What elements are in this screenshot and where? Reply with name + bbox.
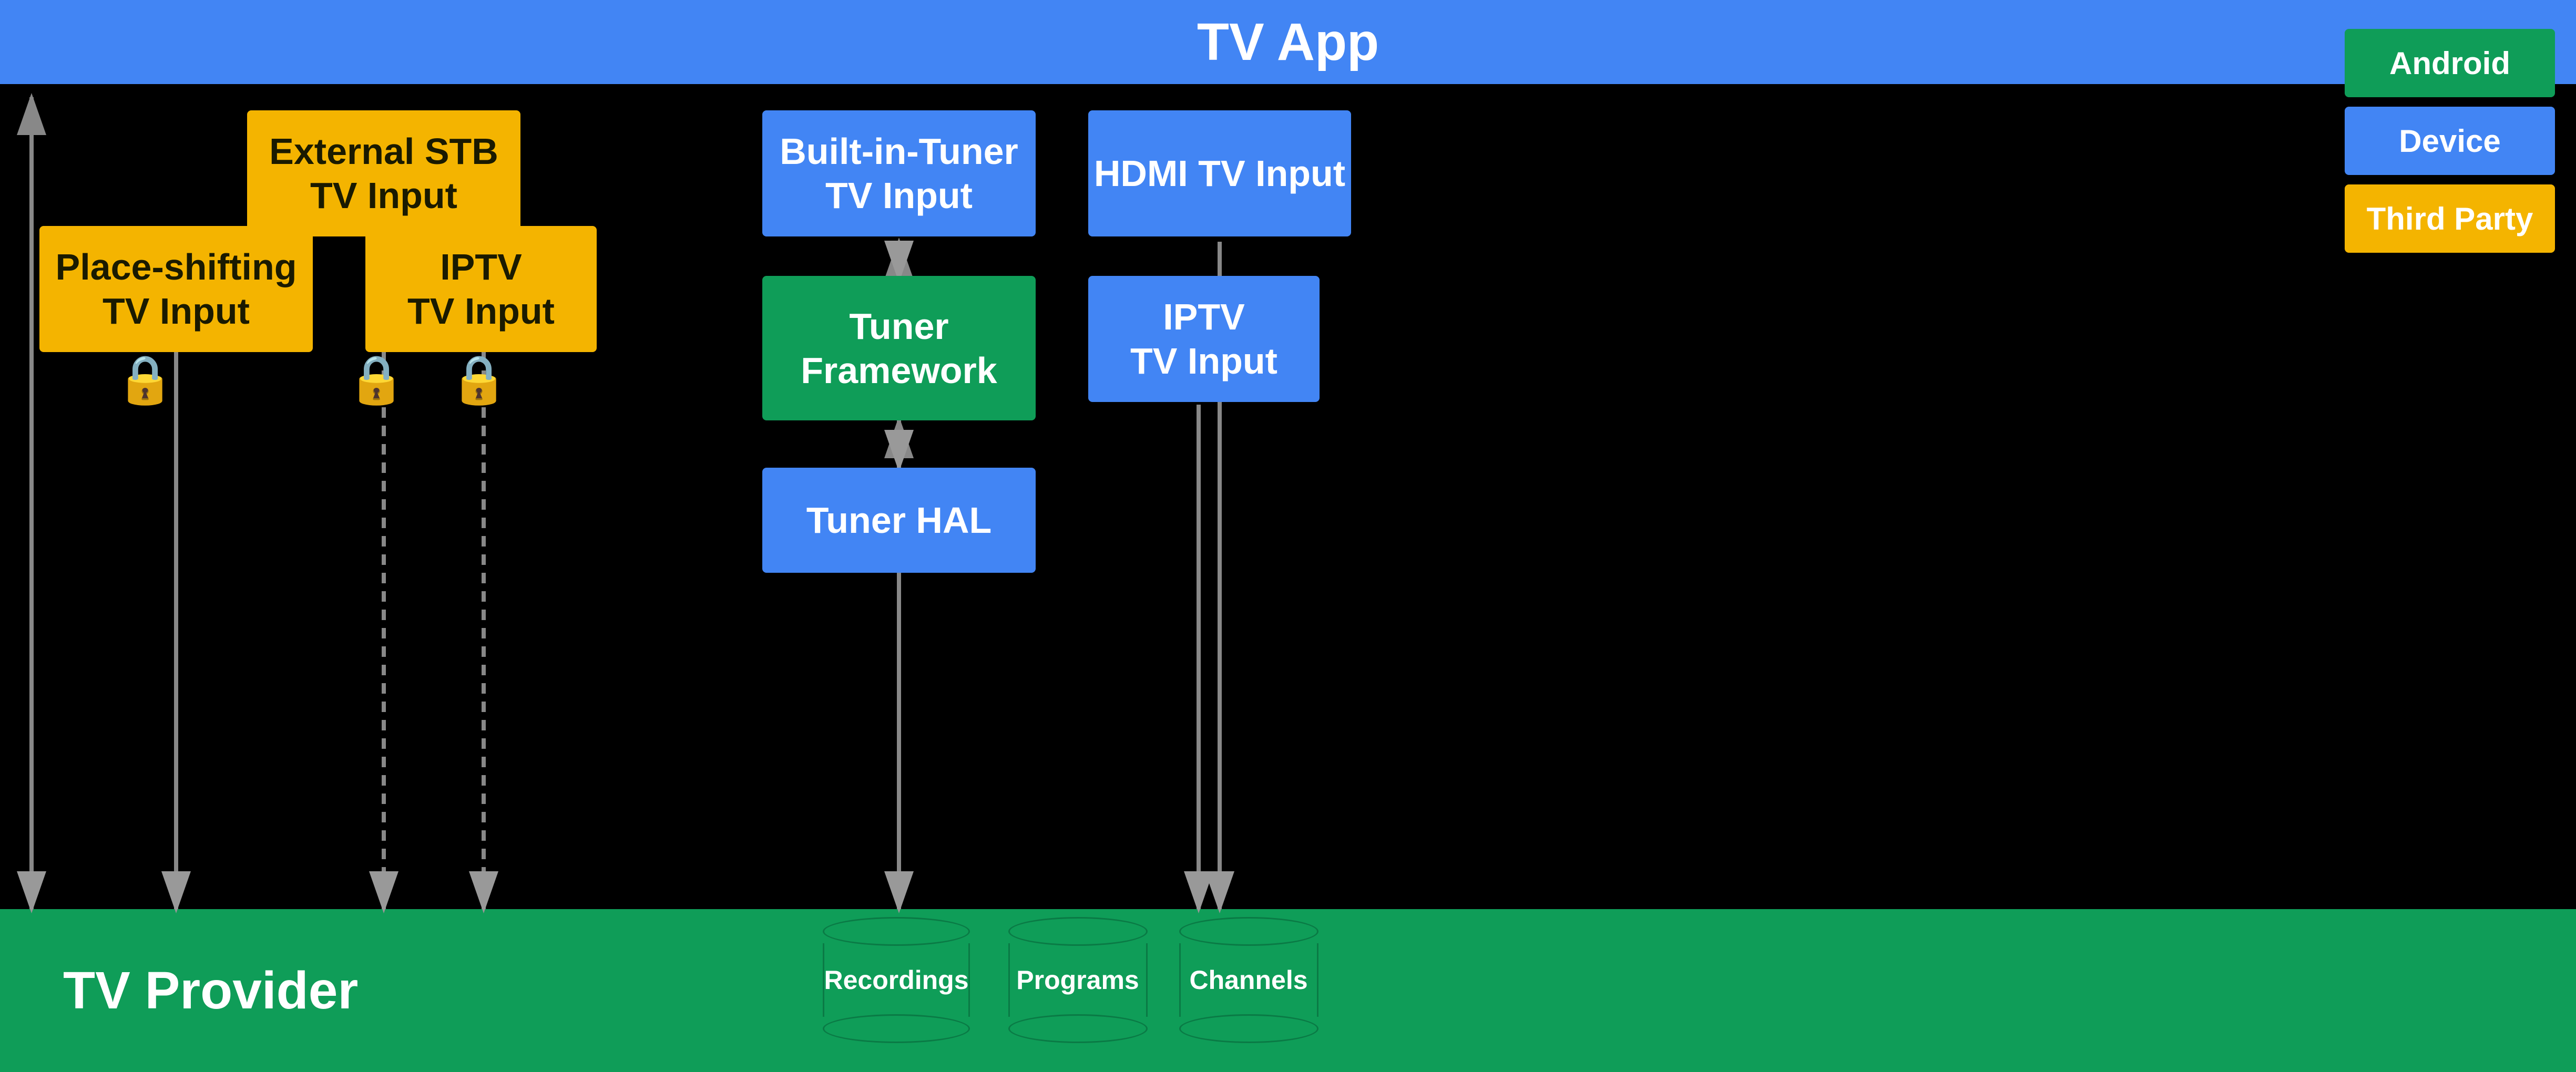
- programs-label: Programs: [1016, 965, 1139, 995]
- legend-device: Device: [2345, 107, 2555, 175]
- legend-third-party-label: Third Party: [2367, 201, 2533, 237]
- lock-icon-2: 🔒: [347, 352, 406, 407]
- iptv-left-label: IPTVTV Input: [407, 245, 555, 333]
- tuner-hal-box: Tuner HAL: [762, 468, 1036, 573]
- tv-app-header: TV App: [0, 0, 2576, 84]
- hdmi-tv-input-label: HDMI TV Input: [1094, 151, 1345, 195]
- iptv-left-box: IPTVTV Input: [365, 226, 597, 352]
- place-shifting-label: Place-shiftingTV Input: [56, 245, 297, 333]
- legend: Android Device Third Party: [2345, 29, 2555, 253]
- legend-third-party: Third Party: [2345, 184, 2555, 253]
- external-stb-label: External STBTV Input: [269, 129, 498, 218]
- legend-android: Android: [2345, 29, 2555, 97]
- legend-android-label: Android: [2389, 45, 2510, 81]
- place-shifting-box: Place-shiftingTV Input: [39, 226, 313, 352]
- tuner-framework-label: TunerFramework: [801, 304, 997, 393]
- hdmi-tv-input-box: HDMI TV Input: [1088, 110, 1351, 236]
- tv-app-title: TV App: [1197, 12, 1379, 73]
- legend-device-label: Device: [2399, 123, 2500, 159]
- recordings-label: Recordings: [824, 965, 968, 995]
- tuner-framework-box: TunerFramework: [762, 276, 1036, 420]
- tv-provider-title: TV Provider: [63, 961, 358, 1021]
- channels-cylinder: Channels: [1175, 914, 1322, 1046]
- programs-cylinder: Programs: [1004, 914, 1151, 1046]
- built-in-tuner-box: Built-in-TunerTV Input: [762, 110, 1036, 236]
- iptv-right-label: IPTVTV Input: [1130, 295, 1277, 383]
- tuner-hal-label: Tuner HAL: [806, 498, 992, 542]
- iptv-right-box: IPTVTV Input: [1088, 276, 1320, 402]
- external-stb-box: External STBTV Input: [247, 110, 520, 236]
- recordings-cylinder: Recordings: [817, 914, 975, 1046]
- built-in-tuner-label: Built-in-TunerTV Input: [780, 129, 1018, 218]
- lock-icon-1: 🔒: [116, 352, 175, 407]
- channels-label: Channels: [1189, 965, 1307, 995]
- lock-icon-3: 🔒: [449, 352, 508, 407]
